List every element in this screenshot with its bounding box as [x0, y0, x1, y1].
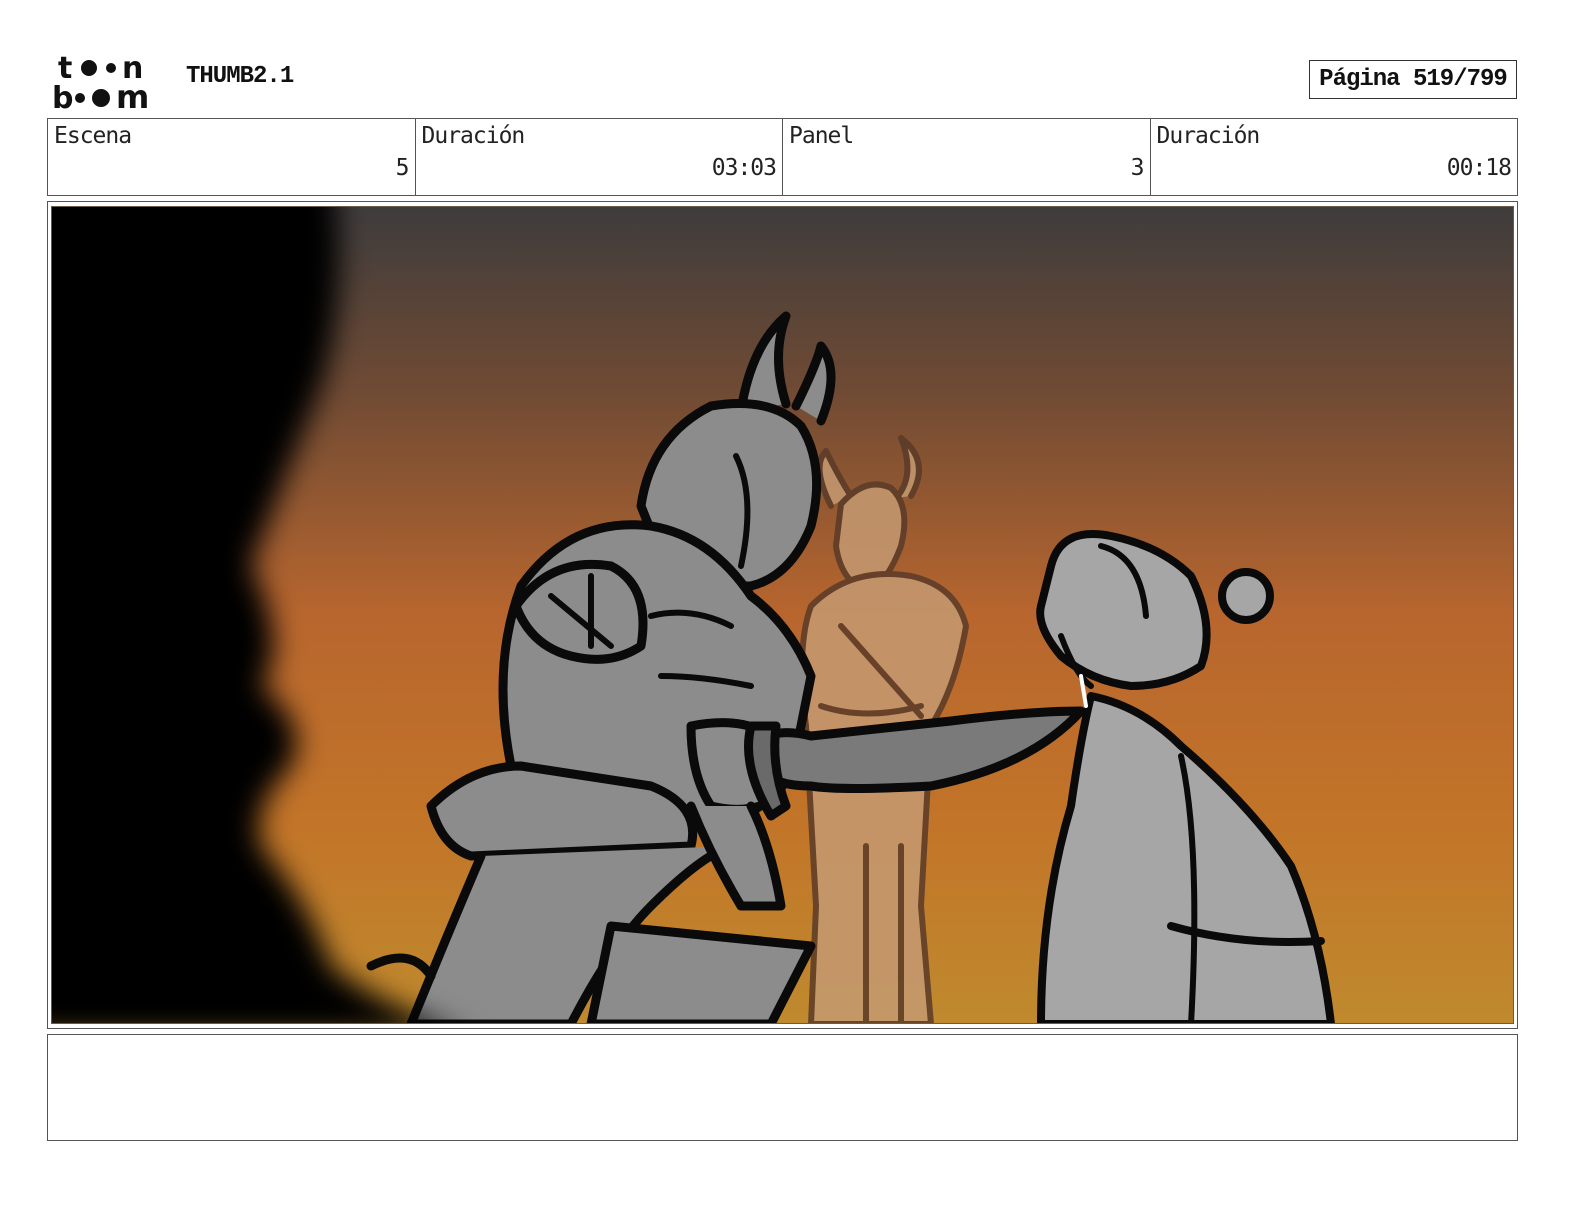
scene-duration-cell: Duración 03:03	[416, 119, 783, 195]
scene-duration-value: 03:03	[711, 155, 777, 181]
page-number: Página 519/799	[1309, 60, 1517, 99]
scene-duration-label: Duración	[421, 123, 526, 149]
scene-value: 5	[395, 155, 410, 181]
project-title: THUMB2.1	[186, 63, 294, 90]
panel-value: 3	[1130, 155, 1145, 181]
svg-text:b: b	[52, 81, 73, 112]
panel-illustration	[51, 206, 1514, 1024]
scene-label: Escena	[54, 123, 132, 149]
notes-box	[47, 1034, 1518, 1141]
toon-boom-logo: t n b m	[52, 51, 149, 112]
svg-text:m: m	[116, 78, 149, 112]
panel-cell: Panel 3	[783, 119, 1151, 195]
panel-duration-label: Duración	[1156, 123, 1261, 149]
scene-cell: Escena 5	[48, 119, 416, 195]
panel-info-grid: Escena 5 Duración 03:03 Panel 3 Duración…	[47, 118, 1518, 196]
panel-duration-cell: Duración 00:18	[1151, 119, 1518, 195]
storyboard-panel	[47, 201, 1518, 1029]
panel-label: Panel	[789, 123, 854, 149]
panel-duration-value: 00:18	[1446, 155, 1512, 181]
